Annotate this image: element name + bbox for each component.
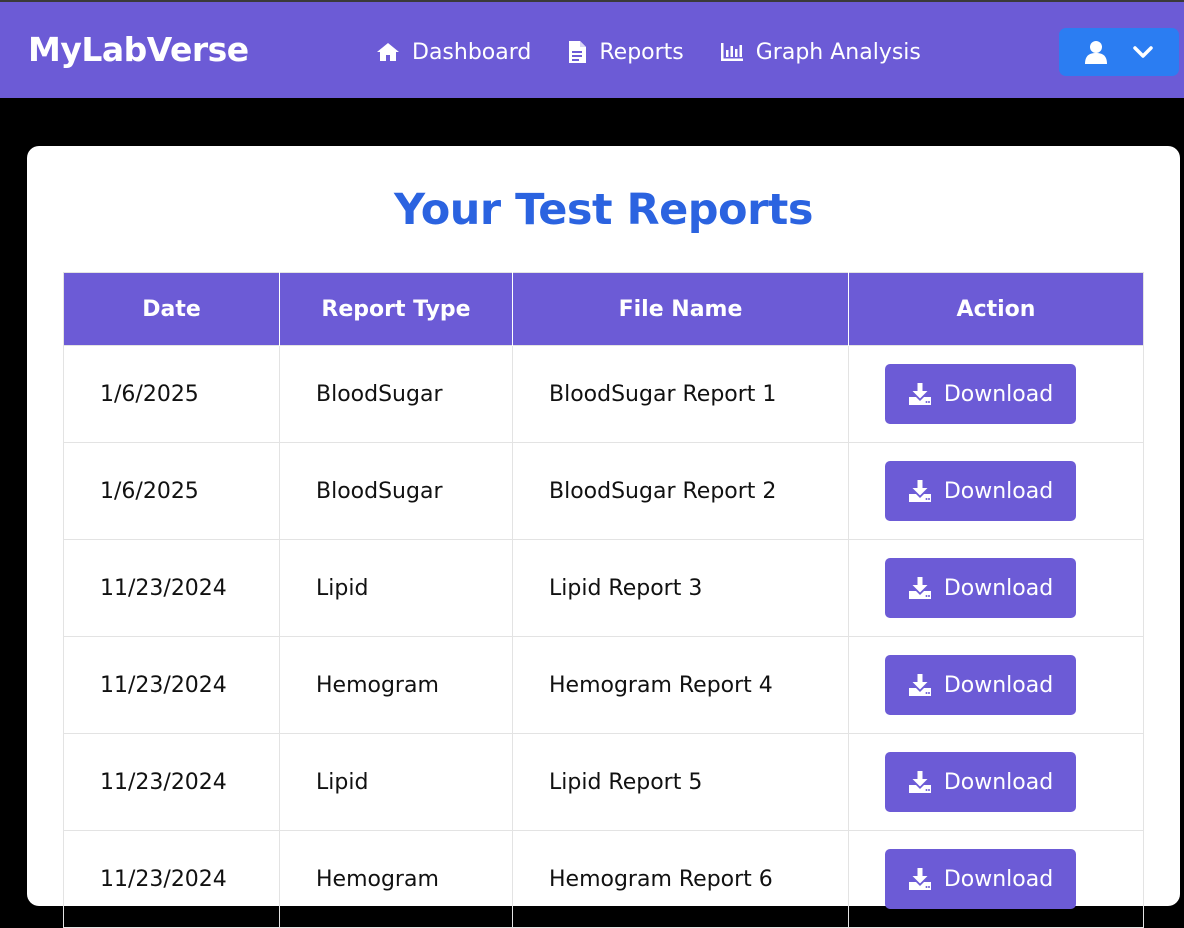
cell-action: Download — [848, 345, 1144, 443]
cell-report-type: Lipid — [279, 733, 513, 831]
nav-link-label: Reports — [599, 39, 684, 65]
user-icon — [1085, 41, 1107, 64]
cell-file-name: BloodSugar Report 2 — [512, 442, 849, 540]
download-icon — [908, 674, 931, 696]
user-menu-button[interactable] — [1059, 28, 1179, 76]
nav-link-reports[interactable]: Reports — [567, 39, 684, 65]
download-icon — [908, 577, 931, 599]
cell-file-name: Lipid Report 3 — [512, 539, 849, 637]
cell-date: 1/6/2025 — [63, 442, 280, 540]
cell-action: Download — [848, 539, 1144, 637]
download-button[interactable]: Download — [885, 752, 1076, 812]
header-date: Date — [63, 272, 280, 346]
download-label: Download — [943, 478, 1054, 504]
navbar: MyLabVerse Dashboard Reports Graph Analy… — [0, 0, 1184, 98]
nav-link-label: Dashboard — [412, 39, 532, 65]
table-row: 11/23/2024 Hemogram Hemogram Report 4 Do… — [63, 636, 1144, 734]
table-header-row: Date Report Type File Name Action — [63, 272, 1144, 346]
cell-report-type: Lipid — [279, 539, 513, 637]
reports-card: Your Test Reports Date Report Type File … — [27, 146, 1180, 928]
table-row: 11/23/2024 Lipid Lipid Report 5 Download — [63, 733, 1144, 831]
nav-link-dashboard[interactable]: Dashboard — [376, 40, 531, 65]
download-label: Download — [943, 769, 1054, 795]
cell-report-type: Hemogram — [279, 830, 513, 928]
download-label: Download — [943, 866, 1054, 892]
download-label: Download — [943, 381, 1054, 407]
download-icon — [908, 771, 931, 793]
cell-date: 11/23/2024 — [63, 830, 280, 928]
cell-file-name: Lipid Report 5 — [512, 733, 849, 831]
table-row: 11/23/2024 Lipid Lipid Report 3 Download — [63, 539, 1144, 637]
cell-action: Download — [848, 830, 1144, 928]
cell-report-type: BloodSugar — [279, 442, 513, 540]
brand-logo[interactable]: MyLabVerse — [28, 30, 249, 70]
cell-report-type: Hemogram — [279, 636, 513, 734]
cell-report-type: BloodSugar — [279, 345, 513, 443]
cell-file-name: Hemogram Report 6 — [512, 830, 849, 928]
download-icon — [908, 480, 931, 502]
header-file-name: File Name — [512, 272, 849, 346]
cell-file-name: Hemogram Report 4 — [512, 636, 849, 734]
download-icon — [908, 383, 931, 405]
nav-link-label: Graph Analysis — [755, 39, 921, 65]
table-row: 1/6/2025 BloodSugar BloodSugar Report 2 … — [63, 442, 1144, 540]
header-report-type: Report Type — [279, 272, 513, 346]
nav-links: Dashboard Reports Graph Analysis — [376, 36, 957, 68]
download-button[interactable]: Download — [885, 655, 1076, 715]
header-action: Action — [848, 272, 1144, 346]
download-label: Download — [943, 575, 1054, 601]
nav-link-graph-analysis[interactable]: Graph Analysis — [720, 40, 921, 65]
download-button[interactable]: Download — [885, 849, 1076, 909]
table-row: 11/23/2024 Hemogram Hemogram Report 6 Do… — [63, 830, 1144, 928]
home-icon — [377, 43, 399, 61]
table-row: 1/6/2025 BloodSugar BloodSugar Report 1 … — [63, 345, 1144, 443]
cell-date: 11/23/2024 — [63, 733, 280, 831]
download-button[interactable]: Download — [885, 461, 1076, 521]
cell-action: Download — [848, 733, 1144, 831]
download-icon — [908, 868, 931, 890]
download-button[interactable]: Download — [885, 558, 1076, 618]
cell-date: 1/6/2025 — [63, 345, 280, 443]
cell-action: Download — [848, 442, 1144, 540]
download-button[interactable]: Download — [885, 364, 1076, 424]
chart-bar-icon — [720, 43, 743, 61]
download-label: Download — [943, 672, 1054, 698]
cell-file-name: BloodSugar Report 1 — [512, 345, 849, 443]
reports-table: Date Report Type File Name Action 1/6/20… — [63, 272, 1144, 928]
chevron-down-icon — [1133, 46, 1153, 58]
page-title: Your Test Reports — [394, 185, 813, 235]
cell-date: 11/23/2024 — [63, 539, 280, 637]
file-icon — [569, 41, 587, 63]
cell-date: 11/23/2024 — [63, 636, 280, 734]
cell-action: Download — [848, 636, 1144, 734]
